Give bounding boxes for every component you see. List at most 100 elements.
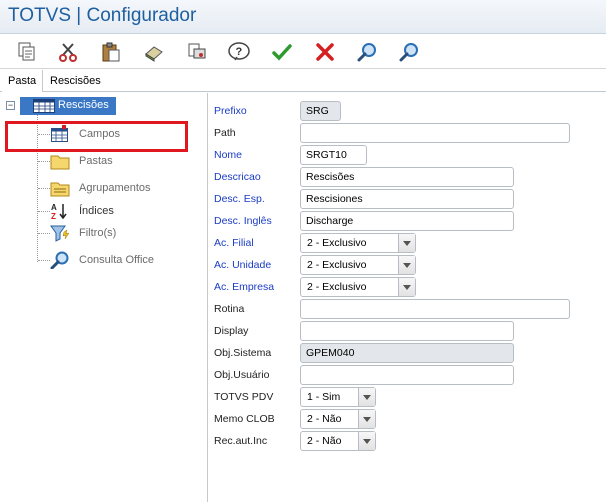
field-label: TOTVS PDV	[214, 391, 274, 403]
field-label: Rotina	[214, 303, 245, 315]
tab-rescisoes[interactable]: Rescisões	[44, 70, 107, 92]
folder-group-icon	[50, 179, 70, 197]
tree-item-label: Consulta Office	[79, 254, 155, 266]
field-row-totvs-pdv: TOTVS PDV 1 - Sim	[208, 386, 606, 408]
ac-filial-select[interactable]: 2 - Exclusivo	[300, 233, 416, 253]
cancel-icon[interactable]	[311, 38, 339, 66]
select-value: 2 - Não	[307, 435, 342, 447]
chevron-down-icon[interactable]	[358, 432, 375, 450]
field-row-ac-unidade: Ac. Unidade 2 - Exclusivo	[208, 254, 606, 276]
folder-icon	[50, 152, 70, 170]
tree-item-pastas[interactable]: Pastas	[38, 151, 208, 171]
field-label: Desc. Inglês	[214, 215, 272, 227]
field-row-obj-sistema: Obj.Sistema GPEM040	[208, 342, 606, 364]
help-icon[interactable]: ?	[225, 38, 253, 66]
field-row-memo-clob: Memo CLOB 2 - Não	[208, 408, 606, 430]
memo-clob-select[interactable]: 2 - Não	[300, 409, 376, 429]
tab-pasta[interactable]: Pasta	[2, 70, 44, 92]
field-row-ac-filial: Ac. Filial 2 - Exclusivo	[208, 232, 606, 254]
magnifier-icon	[50, 251, 70, 270]
field-row-display: Display	[208, 320, 606, 342]
field-label: Ac. Filial	[214, 237, 254, 249]
tree-item-consulta-office[interactable]: Consulta Office	[38, 250, 208, 270]
chevron-down-icon[interactable]	[398, 278, 415, 296]
field-label: Ac. Empresa	[214, 281, 275, 293]
tree-item-filtros[interactable]: Filtro(s)	[38, 223, 208, 243]
obj-usuario-field[interactable]	[300, 365, 514, 385]
copy-icon[interactable]	[13, 38, 41, 66]
collapse-icon[interactable]: −	[6, 101, 15, 110]
paste-icon[interactable]	[97, 38, 125, 66]
filter-icon	[50, 224, 70, 242]
select-value: 2 - Não	[307, 413, 342, 425]
tree-root-rescisoes[interactable]: − Rescisões	[6, 97, 206, 115]
sort-az-icon: AZ	[50, 202, 70, 221]
properties-form: Prefixo SRG Path Nome SRGT10 Descricao R…	[208, 93, 606, 502]
field-label: Desc. Esp.	[214, 193, 265, 205]
app-title: TOTVS | Configurador	[8, 5, 197, 26]
field-label: Descricao	[214, 171, 261, 183]
title-bar: TOTVS | Configurador	[0, 0, 606, 34]
nome-field[interactable]: SRGT10	[300, 145, 367, 165]
rec-aut-inc-select[interactable]: 2 - Não	[300, 431, 376, 451]
search-next-icon[interactable]	[396, 38, 424, 66]
chevron-down-icon[interactable]	[358, 388, 375, 406]
field-row-ac-empresa: Ac. Empresa 2 - Exclusivo	[208, 276, 606, 298]
field-row-path: Path	[208, 122, 606, 144]
field-label: Memo CLOB	[214, 413, 275, 425]
field-label: Display	[214, 325, 249, 337]
tree-item-label: Pastas	[79, 155, 113, 167]
field-row-obj-usuario: Obj.Usuário	[208, 364, 606, 386]
tree-item-agrupamentos[interactable]: Agrupamentos	[38, 178, 208, 198]
highlight-annotation	[5, 121, 188, 152]
tree-panel: − Rescisões Campos Pastas Agrupamentos A…	[0, 93, 208, 502]
rotina-field[interactable]	[300, 299, 570, 319]
table-icon	[33, 99, 55, 113]
field-row-nome: Nome SRGT10	[208, 144, 606, 166]
chevron-down-icon[interactable]	[398, 256, 415, 274]
select-value: 2 - Exclusivo	[307, 281, 367, 293]
chevron-down-icon[interactable]	[358, 410, 375, 428]
field-row-rotina: Rotina	[208, 298, 606, 320]
prefixo-field[interactable]: SRG	[300, 101, 341, 121]
field-label: Prefixo	[214, 105, 247, 117]
field-label: Path	[214, 127, 236, 139]
tree-item-label: Filtro(s)	[79, 227, 117, 239]
svg-text:A: A	[51, 203, 57, 212]
desc-ingles-field[interactable]: Discharge	[300, 211, 514, 231]
chevron-down-icon[interactable]	[398, 234, 415, 252]
search-icon[interactable]	[354, 38, 382, 66]
desc-esp-field[interactable]: Rescisiones	[300, 189, 514, 209]
path-field[interactable]	[300, 123, 570, 143]
tree-root-label: Rescisões	[58, 99, 109, 111]
totvs-pdv-select[interactable]: 1 - Sim	[300, 387, 376, 407]
tree-item-label: Agrupamentos	[79, 182, 151, 194]
ac-unidade-select[interactable]: 2 - Exclusivo	[300, 255, 416, 275]
print-icon[interactable]	[183, 38, 211, 66]
display-field[interactable]	[300, 321, 514, 341]
field-label: Ac. Unidade	[214, 259, 272, 271]
field-label: Rec.aut.Inc	[214, 435, 268, 447]
field-row-prefixo: Prefixo SRG	[208, 100, 606, 122]
tab-bar: Pasta Rescisões	[0, 70, 606, 92]
ac-empresa-select[interactable]: 2 - Exclusivo	[300, 277, 416, 297]
svg-text:Z: Z	[51, 212, 56, 220]
descricao-field[interactable]: Rescisões	[300, 167, 514, 187]
tree-item-label: Índices	[79, 205, 114, 217]
tree-item-indices[interactable]: AZ Índices	[38, 201, 208, 221]
confirm-icon[interactable]	[268, 38, 296, 66]
field-label: Obj.Sistema	[214, 347, 272, 359]
select-value: 2 - Exclusivo	[307, 259, 367, 271]
toolbar: ?	[0, 35, 606, 69]
svg-text:?: ?	[236, 46, 243, 58]
select-value: 2 - Exclusivo	[307, 237, 367, 249]
field-row-desc-ingles: Desc. Inglês Discharge	[208, 210, 606, 232]
field-row-rec-aut-inc: Rec.aut.Inc 2 - Não	[208, 430, 606, 452]
field-label: Obj.Usuário	[214, 369, 270, 381]
field-row-descricao: Descricao Rescisões	[208, 166, 606, 188]
cut-icon[interactable]	[54, 38, 82, 66]
obj-sistema-field[interactable]: GPEM040	[300, 343, 514, 363]
eraser-icon[interactable]	[140, 38, 168, 66]
select-value: 1 - Sim	[307, 391, 341, 403]
field-label: Nome	[214, 149, 243, 161]
